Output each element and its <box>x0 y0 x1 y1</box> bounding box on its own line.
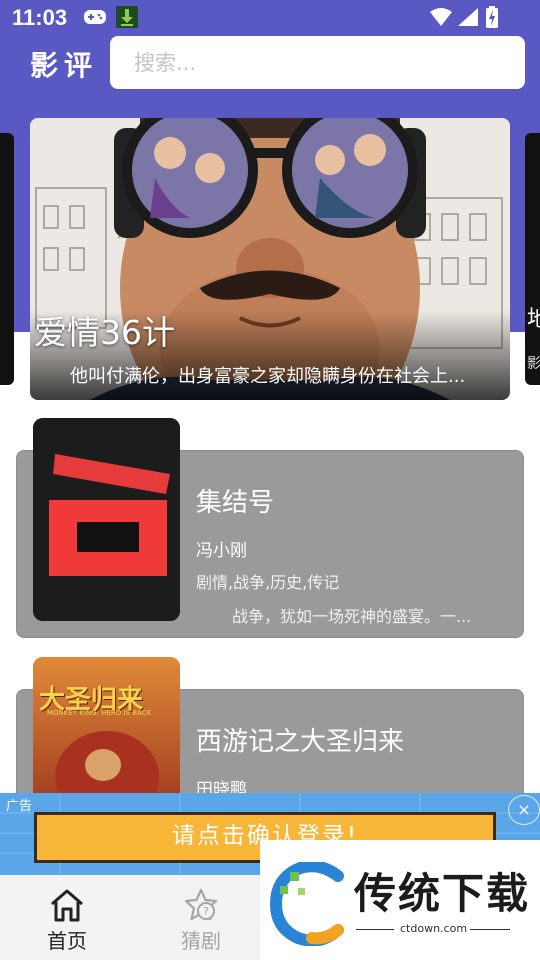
ctdown-logo-icon <box>269 862 344 946</box>
home-icon <box>51 889 83 922</box>
banner-title: 爱情36计 <box>34 313 175 352</box>
ad-label: 广告 <box>6 799 33 814</box>
search-input[interactable] <box>110 36 525 89</box>
banner-description: 他叫付满伦，出身富豪之家却隐瞒身份在社会上... <box>70 366 466 387</box>
next-slide-subtitle: 影 <box>527 356 540 372</box>
movie-director: 冯小刚 <box>196 541 247 561</box>
star-question-icon: ? <box>184 888 218 921</box>
movie-summary: 战争，犹如一场死神的盛宴。一... <box>232 607 472 626</box>
carousel-next-slide[interactable]: 地 影 <box>525 133 540 385</box>
nav-label-home: 首页 <box>47 929 87 953</box>
movie-title: 西游记之大圣归来 <box>196 727 405 757</box>
watermark-rule-left <box>356 929 394 930</box>
download-notification-icon <box>116 6 138 28</box>
battery-charging-icon <box>486 6 498 28</box>
watermark-logo: 传统下载 ctdown.com <box>260 840 540 960</box>
watermark-rule-right <box>470 929 510 930</box>
poster-subtitle: MONKEY KING: HERO IS BACK <box>47 709 152 717</box>
close-icon[interactable]: × <box>508 795 540 825</box>
next-slide-title: 地 <box>527 307 540 332</box>
status-time: 11:03 <box>12 5 68 30</box>
nav-label-guess: 猜剧 <box>181 929 221 953</box>
watermark-brand: 传统下载 <box>354 869 531 918</box>
movie-genres: 剧情,战争,历史,传记 <box>196 573 340 592</box>
nav-tab-home[interactable]: 首页 <box>22 875 112 960</box>
clapperboard-logo-icon <box>33 418 180 621</box>
movie-title: 集结号 <box>196 488 275 518</box>
status-bar: 11:03 <box>0 0 540 34</box>
carousel-banner[interactable]: 爱情36计 他叫付满伦，出身富豪之家却隐瞒身份在社会上... <box>30 118 510 400</box>
watermark-site: ctdown.com <box>400 922 468 935</box>
movie-poster[interactable] <box>33 418 180 621</box>
page-title: 影评 <box>30 49 99 82</box>
signal-icon <box>458 8 478 26</box>
carousel-prev-slide[interactable] <box>0 133 14 385</box>
nav-tab-guess[interactable]: ? 猜剧 <box>156 875 246 960</box>
gamepad-icon <box>84 10 106 24</box>
wifi-icon <box>430 8 452 26</box>
svg-text:?: ? <box>203 905 209 918</box>
